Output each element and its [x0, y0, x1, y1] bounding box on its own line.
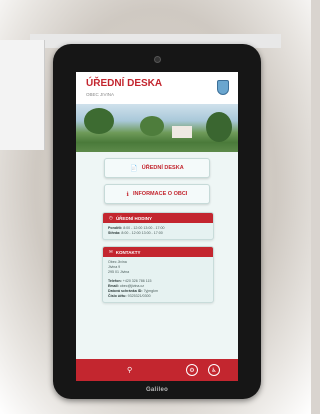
contacts-header: ✉ KONTAKTY: [103, 247, 213, 257]
accessibility-icon[interactable]: ⚙: [186, 364, 198, 376]
app-header: ÚŘEDNÍ DESKA OBEC JIVINA: [76, 72, 238, 104]
office-hours-header: ◷ ÚŘEDNÍ HODINY: [103, 213, 213, 223]
contact-value: obec@jivina.cz: [119, 283, 145, 288]
contact-value: +420 326 786 115: [122, 278, 152, 283]
coat-of-arms-icon: [217, 80, 229, 95]
contact-label: Datová schránka ID:: [108, 289, 143, 294]
contact-card-icon: ✉: [109, 249, 113, 254]
hero-tree: [84, 108, 114, 134]
wheelchair-icon[interactable]: ♿: [208, 364, 220, 376]
kiosk-screen: ÚŘEDNÍ DESKA OBEC JIVINA 📄 ÚŘEDNÍ DESKA …: [76, 72, 238, 381]
footer-bar: ⚲ ⚙ ♿: [76, 359, 238, 381]
official-board-button-label: ÚŘEDNÍ DESKA: [141, 165, 184, 171]
office-hours-card: ◷ ÚŘEDNÍ HODINY Pondělí: 8:00 - 12:00 13…: [102, 212, 214, 241]
contact-label: Telefon:: [108, 278, 122, 283]
device-brand: Galileo: [145, 387, 169, 393]
office-hours-title: ÚŘEDNÍ HODINY: [115, 215, 152, 221]
office-hours-day: Pondělí:: [108, 226, 123, 230]
page-title: ÚŘEDNÍ DESKA: [86, 78, 163, 89]
contact-detail: Číslo účtu: 9325321/0300: [108, 294, 208, 299]
camera-icon: [154, 56, 161, 63]
contact-label: Email:: [108, 283, 119, 288]
document-icon: 📄: [130, 165, 138, 172]
office-hours-time: 8:00 - 12:00 13:00 - 17:00: [121, 231, 163, 236]
village-info-button[interactable]: ℹ INFORMACE O OBCI: [104, 184, 210, 204]
office-hours-time: 8:00 - 12:00 13:00 - 17:00: [123, 226, 165, 230]
clock-icon: ◷: [109, 215, 113, 220]
village-info-button-label: INFORMACE O OBCI: [132, 191, 188, 197]
hero-tree: [206, 112, 232, 142]
hero-building: [172, 126, 192, 138]
page-subtitle: OBEC JIVINA: [86, 92, 115, 97]
contacts-card: ✉ KONTAKTY Obec Jivina Jivina 9 295 01 J…: [102, 246, 214, 304]
office-hours-day: Středa:: [108, 231, 121, 236]
search-icon[interactable]: ⚲: [127, 366, 132, 374]
wall-panel-left: [0, 40, 45, 150]
contact-label: Číslo účtu:: [108, 294, 127, 299]
official-board-button[interactable]: 📄 ÚŘEDNÍ DESKA: [104, 158, 210, 178]
contact-value: 7yjmgkm: [143, 289, 158, 294]
office-hours-line: Středa: 8:00 - 12:00 13:00 - 17:00: [108, 231, 208, 236]
info-icon: ℹ: [126, 191, 129, 198]
contact-value: 9325321/0300: [127, 294, 151, 299]
hero-tree: [140, 116, 164, 136]
kiosk-frame: ÚŘEDNÍ DESKA OBEC JIVINA 📄 ÚŘEDNÍ DESKA …: [53, 44, 261, 399]
contacts-title: KONTAKTY: [115, 249, 141, 255]
